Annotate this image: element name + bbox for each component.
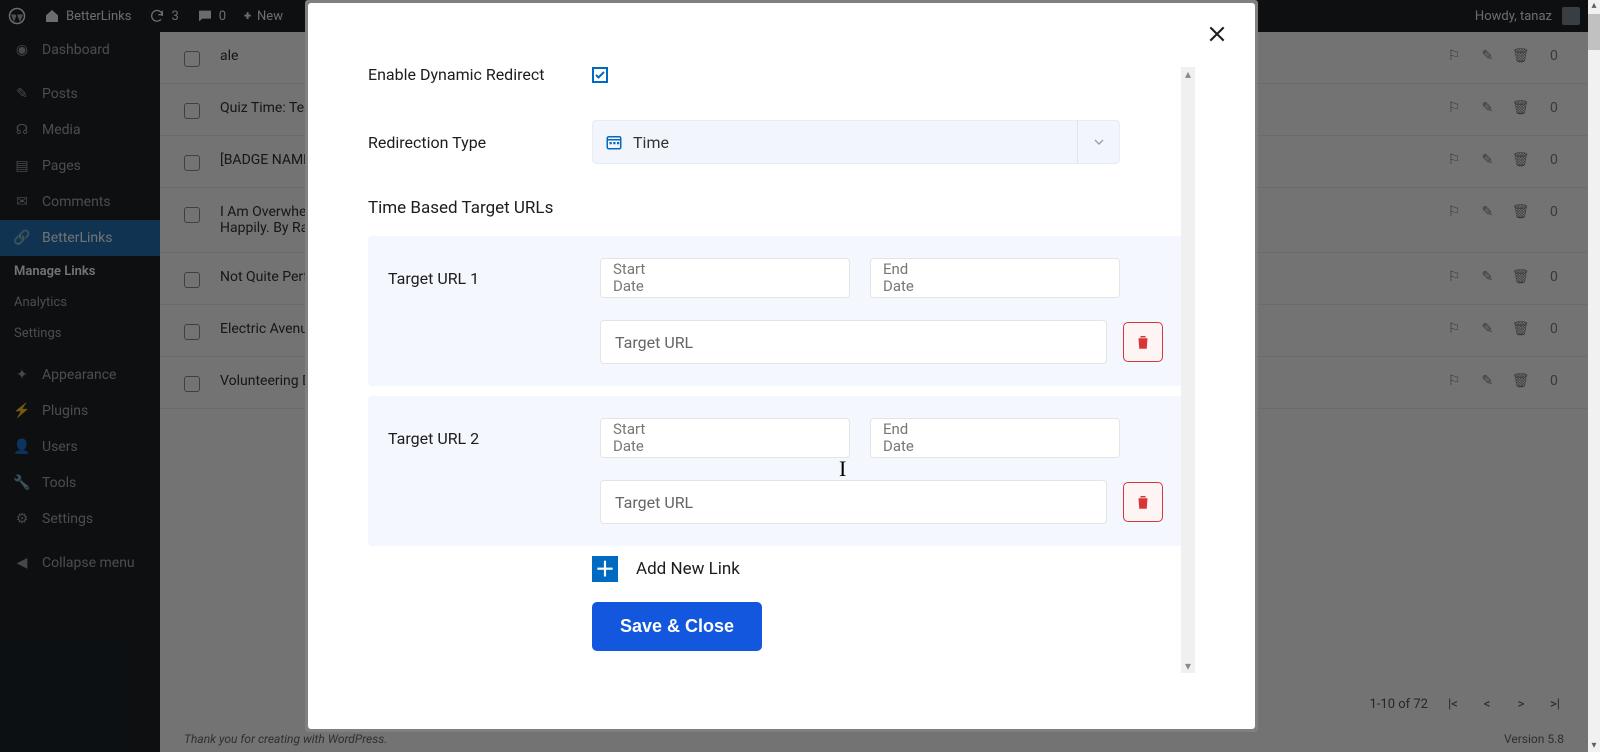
redirection-type-select[interactable]: Time: [592, 120, 1120, 164]
close-icon: [1207, 24, 1227, 44]
delete-target-button[interactable]: [1123, 322, 1163, 362]
redirection-type-label: Redirection Type: [368, 133, 592, 152]
end-date-input[interactable]: End Date: [870, 258, 1120, 298]
plus-icon: ＋: [595, 559, 615, 579]
scroll-down-icon: ▾: [1185, 659, 1191, 673]
time-based-section-title: Time Based Target URLs: [368, 198, 1183, 218]
target-url-card: Target URL 1Start Date End Date Target URL: [368, 236, 1183, 386]
target-url-input[interactable]: Target URL: [600, 480, 1107, 524]
check-icon: [594, 69, 606, 81]
target-url-label: Target URL 2: [388, 429, 600, 448]
start-date-input[interactable]: Start Date: [600, 258, 850, 298]
end-date-input[interactable]: End Date: [870, 418, 1120, 458]
save-close-button[interactable]: Save & Close: [592, 602, 762, 651]
delete-target-button[interactable]: [1123, 482, 1163, 522]
start-date-input[interactable]: Start Date: [600, 418, 850, 458]
trash-icon: [1134, 333, 1152, 351]
target-url-label: Target URL 1: [388, 269, 600, 288]
enable-redirect-checkbox[interactable]: [592, 67, 608, 83]
trash-icon: [1134, 493, 1152, 511]
enable-redirect-label: Enable Dynamic Redirect: [368, 65, 592, 84]
modal-scrollbar[interactable]: ▴ ▾: [1181, 67, 1195, 673]
scroll-up-icon: ▴: [1588, 0, 1600, 12]
add-new-link-button[interactable]: ＋: [592, 556, 618, 582]
scroll-down-icon: ▾: [1588, 740, 1600, 752]
window-scrollbar[interactable]: ▴ ▾: [1588, 0, 1600, 752]
calendar-icon: [605, 133, 623, 151]
modal-close-button[interactable]: [1201, 21, 1233, 49]
modal-content: Enable Dynamic Redirect Redirection Type…: [368, 59, 1183, 709]
add-new-link-label: Add New Link: [636, 559, 740, 579]
redirection-type-value: Time: [633, 133, 669, 152]
scroll-thumb[interactable]: [1588, 14, 1600, 50]
dynamic-redirect-modal: Enable Dynamic Redirect Redirection Type…: [308, 3, 1255, 729]
scroll-up-icon: ▴: [1185, 67, 1191, 81]
chevron-down-icon: [1077, 121, 1119, 163]
modal-frame: Enable Dynamic Redirect Redirection Type…: [305, 0, 1258, 732]
target-url-card: Target URL 2Start Date End Date Target URL: [368, 396, 1183, 546]
target-url-input[interactable]: Target URL: [600, 320, 1107, 364]
